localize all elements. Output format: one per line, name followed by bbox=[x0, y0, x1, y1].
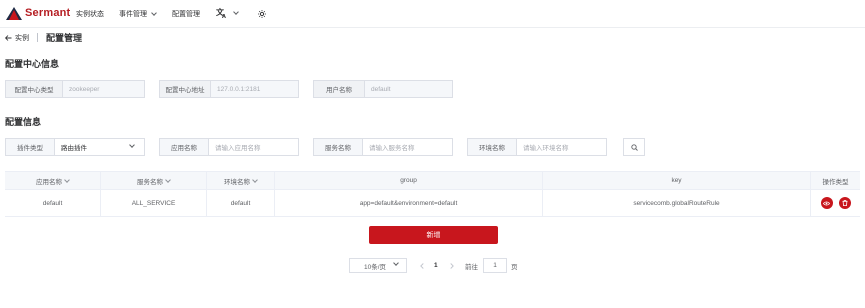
field-value: zookeeper bbox=[69, 85, 100, 93]
sort-icon bbox=[252, 176, 258, 183]
prev-page-button[interactable] bbox=[420, 258, 424, 273]
config-info-title: 配置信息 bbox=[5, 117, 42, 127]
breadcrumb: 实例 配置管理 bbox=[5, 31, 82, 44]
search-icon bbox=[630, 143, 638, 151]
nav-item-instance-status[interactable]: 实例状态 bbox=[76, 9, 104, 19]
plugin-type-select[interactable]: 插件类型 路由插件 bbox=[5, 138, 145, 156]
table-row: default ALL_SERVICE default app=default&… bbox=[5, 190, 860, 217]
field-label: 插件类型 bbox=[6, 139, 55, 155]
translate-icon: 文 A bbox=[216, 7, 226, 18]
cell-actions bbox=[811, 190, 860, 216]
svg-text:A: A bbox=[222, 14, 226, 18]
service-name-filter[interactable]: 服务名称 请输入服务名称 bbox=[313, 138, 453, 156]
back-link[interactable]: 实例 bbox=[5, 33, 29, 43]
column-header-key: key bbox=[543, 172, 811, 189]
search-button[interactable] bbox=[623, 138, 645, 156]
delete-icon bbox=[842, 200, 847, 206]
field-label: 配置中心地址 bbox=[160, 81, 211, 97]
arrow-left-icon bbox=[5, 34, 12, 41]
field-value: 127.0.0.1:2181 bbox=[217, 85, 261, 93]
config-table: 应用名称 服务名称 环境名称 group key 操作类型 default AL… bbox=[5, 171, 860, 217]
sort-icon bbox=[64, 176, 70, 183]
goto-label: 前往 bbox=[465, 263, 478, 271]
config-center-address-field: 配置中心地址 127.0.0.1:2181 bbox=[159, 80, 299, 98]
sort-icon bbox=[165, 176, 171, 183]
selected-value: 路由插件 bbox=[61, 145, 87, 152]
view-icon bbox=[823, 200, 830, 206]
goto-page-input[interactable]: 1 bbox=[483, 258, 507, 273]
chevron-down-icon bbox=[151, 10, 157, 16]
page-size-select[interactable]: 10条/页 bbox=[349, 258, 407, 273]
sun-icon[interactable] bbox=[258, 10, 266, 18]
column-label: 服务名称 bbox=[137, 178, 163, 186]
field-label: 用户名称 bbox=[314, 81, 365, 97]
chevron-left-icon bbox=[420, 262, 424, 269]
service-name-input[interactable]: 请输入服务名称 bbox=[363, 139, 452, 155]
config-center-type-field: 配置中心类型 zookeeper bbox=[5, 80, 145, 98]
field-label: 服务名称 bbox=[314, 139, 363, 155]
column-header-group: group bbox=[275, 172, 543, 189]
plugin-type-value[interactable]: 路由插件 bbox=[55, 139, 144, 155]
env-name-input[interactable]: 请输入环境名称 bbox=[517, 139, 606, 155]
nav-item-label: 实例状态 bbox=[76, 11, 104, 18]
column-label: 环境名称 bbox=[224, 178, 250, 186]
page-number-current[interactable]: 1 bbox=[434, 258, 438, 273]
chevron-down-icon bbox=[233, 8, 239, 15]
nav-item-event-management[interactable]: 事件管理 bbox=[119, 9, 157, 19]
add-config-button[interactable]: 新增 bbox=[369, 226, 498, 244]
brand-name[interactable]: Sermant bbox=[25, 7, 70, 19]
env-name-filter[interactable]: 环境名称 请输入环境名称 bbox=[467, 138, 607, 156]
page-title: 配置管理 bbox=[46, 33, 83, 43]
page-size-value: 10条/页 bbox=[364, 263, 387, 271]
nav-item-config-management[interactable]: 配置管理 bbox=[172, 9, 200, 19]
config-center-title: 配置中心信息 bbox=[5, 59, 60, 69]
field-label: 应用名称 bbox=[160, 139, 209, 155]
column-header-app[interactable]: 应用名称 bbox=[5, 172, 101, 189]
app-name-filter[interactable]: 应用名称 请输入应用名称 bbox=[159, 138, 299, 156]
nav-item-label: 配置管理 bbox=[172, 11, 200, 18]
column-header-service[interactable]: 服务名称 bbox=[101, 172, 207, 189]
sermant-logo-icon bbox=[6, 7, 22, 20]
cell-service: ALL_SERVICE bbox=[101, 190, 207, 216]
app-name-input[interactable]: 请输入应用名称 bbox=[209, 139, 298, 155]
field-value: default bbox=[371, 85, 391, 93]
page-unit-label: 页 bbox=[511, 263, 518, 271]
column-header-env[interactable]: 环境名称 bbox=[207, 172, 275, 189]
column-label: 应用名称 bbox=[36, 178, 62, 186]
view-button[interactable] bbox=[820, 197, 833, 209]
delete-button[interactable] bbox=[838, 197, 851, 209]
cell-group: app=default&environment=default bbox=[275, 190, 543, 216]
chevron-down-icon bbox=[129, 142, 135, 148]
chevron-down-icon bbox=[393, 260, 399, 266]
back-link-label: 实例 bbox=[15, 34, 29, 42]
top-nav: Sermant 实例状态 事件管理 配置管理 文 A bbox=[0, 0, 865, 28]
field-label: 配置中心类型 bbox=[6, 81, 63, 97]
field-label: 环境名称 bbox=[468, 139, 517, 155]
column-header-actions: 操作类型 bbox=[822, 178, 849, 186]
cell-app: default bbox=[5, 190, 101, 216]
language-switch[interactable]: 文 A bbox=[216, 7, 239, 18]
nav-item-label: 事件管理 bbox=[119, 11, 147, 18]
cell-env: default bbox=[207, 190, 275, 216]
cell-key: servicecomb.globalRouteRule bbox=[543, 190, 811, 216]
breadcrumb-divider bbox=[37, 33, 38, 42]
table-header: 应用名称 服务名称 环境名称 group key 操作类型 bbox=[5, 172, 860, 190]
user-name-field: 用户名称 default bbox=[313, 80, 453, 98]
chevron-right-icon bbox=[450, 262, 454, 269]
next-page-button[interactable] bbox=[450, 258, 454, 273]
